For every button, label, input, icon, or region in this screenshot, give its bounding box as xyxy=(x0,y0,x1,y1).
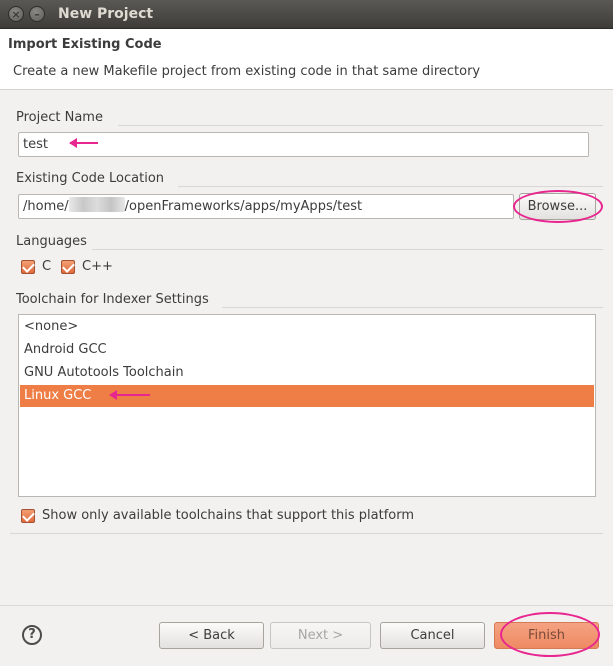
languages-label: Languages xyxy=(16,234,87,249)
divider xyxy=(222,307,603,308)
checkbox-cpp[interactable] xyxy=(61,260,75,274)
minimize-icon[interactable]: – xyxy=(29,6,45,22)
project-name-input[interactable]: test xyxy=(18,132,589,157)
checkbox-cpp-label: C++ xyxy=(82,259,113,274)
filter-toolchains-label: Show only available toolchains that supp… xyxy=(42,508,415,523)
divider xyxy=(178,186,603,187)
toolchain-list[interactable]: <none> Android GCC GNU Autotools Toolcha… xyxy=(18,314,596,497)
back-button[interactable]: < Back xyxy=(159,622,264,649)
page-title: Import Existing Code xyxy=(8,37,162,52)
list-item-none[interactable]: <none> xyxy=(20,316,594,338)
window-titlebar: × – New Project xyxy=(0,0,613,29)
annotation-arrow xyxy=(69,138,98,148)
redacted-segment xyxy=(68,197,125,212)
code-location-label: Existing Code Location xyxy=(16,171,165,186)
project-name-value: test xyxy=(23,137,48,152)
window-title: New Project xyxy=(58,6,154,22)
code-location-suffix: /openFrameworks/apps/myApps/test xyxy=(124,199,363,214)
close-icon[interactable]: × xyxy=(8,6,24,22)
annotation-ring xyxy=(500,612,600,657)
divider xyxy=(118,125,603,126)
annotation-arrow xyxy=(109,390,150,400)
divider xyxy=(92,249,603,250)
cancel-button[interactable]: Cancel xyxy=(380,622,485,649)
footer-divider xyxy=(0,605,613,606)
annotation-ring xyxy=(513,190,603,223)
divider xyxy=(10,533,603,534)
list-item-android-gcc[interactable]: Android GCC xyxy=(20,339,594,361)
checkbox-c-label: C xyxy=(42,259,52,274)
question-circle-icon[interactable]: ? xyxy=(22,625,42,645)
list-item-gnu-autotools[interactable]: GNU Autotools Toolchain xyxy=(20,362,594,384)
project-name-label: Project Name xyxy=(16,110,103,125)
toolchain-label: Toolchain for Indexer Settings xyxy=(16,292,209,307)
code-location-prefix: /home/ xyxy=(23,199,69,214)
next-button[interactable]: Next > xyxy=(270,622,371,649)
page-description: Create a new Makefile project from exist… xyxy=(13,64,481,79)
code-location-input[interactable]: /home/ /openFrameworks/apps/myApps/test xyxy=(18,194,514,219)
checkbox-c[interactable] xyxy=(21,260,35,274)
checkbox-filter-toolchains[interactable] xyxy=(21,509,35,523)
wizard-header: Import Existing Code Create a new Makefi… xyxy=(0,29,613,90)
list-item-linux-gcc[interactable]: Linux GCC xyxy=(20,385,594,407)
